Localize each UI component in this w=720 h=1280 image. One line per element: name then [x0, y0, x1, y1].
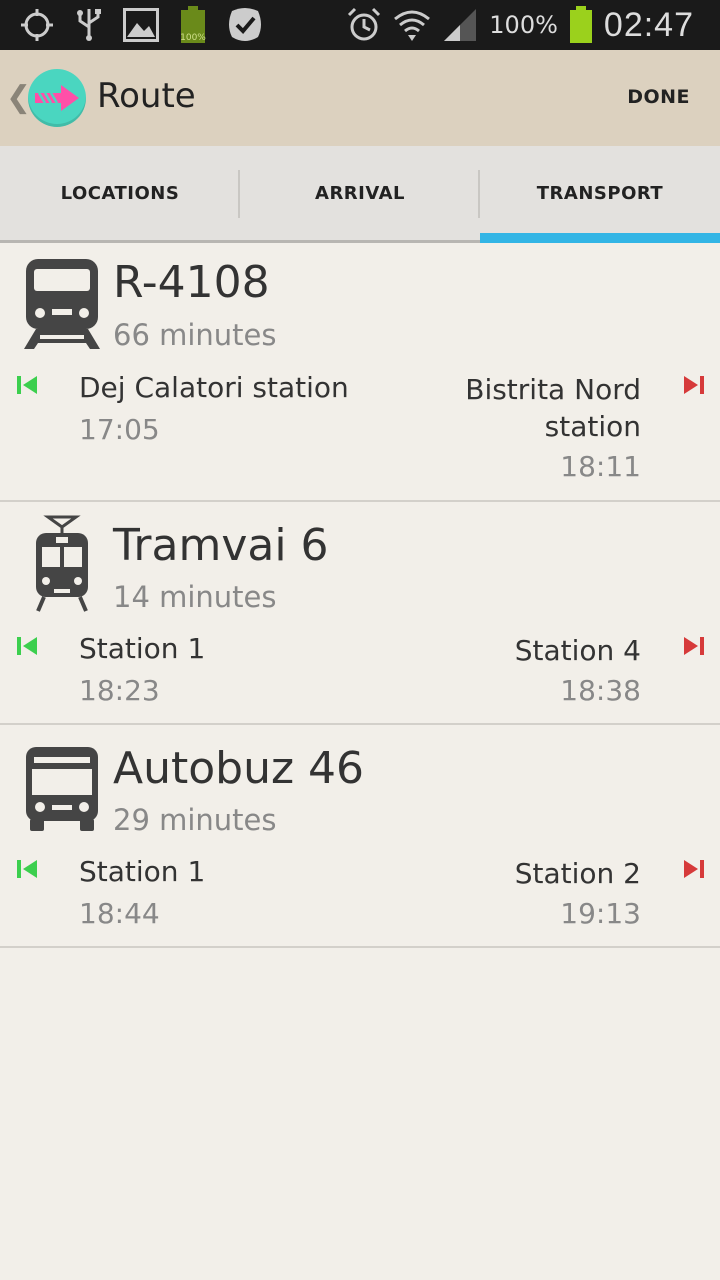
route-duration: 14 minutes: [113, 580, 277, 614]
end-marker-icon: [684, 376, 704, 394]
route-item[interactable]: R-4108 66 minutes Dej Calatori station 1…: [0, 243, 720, 502]
route-name: Autobuz 46: [113, 743, 365, 794]
departure-time: 18:23: [79, 674, 160, 707]
arrival-time: 18:38: [560, 674, 641, 707]
page-title: Route: [97, 76, 196, 116]
status-bar: 100% 100% 02:47: [0, 0, 720, 50]
active-tab-indicator: [480, 233, 720, 243]
tab-bar: LOCATIONS ARRIVAL TRANSPORT: [0, 146, 720, 243]
end-marker-icon: [684, 637, 704, 655]
start-marker-icon: [17, 376, 37, 394]
departure-time: 18:44: [79, 897, 160, 930]
route-duration: 29 minutes: [113, 803, 277, 837]
alarm-icon: [345, 6, 383, 44]
svg-text:100%: 100%: [180, 33, 206, 43]
to-station: Station 4: [514, 634, 641, 667]
app-logo-icon[interactable]: [28, 69, 86, 127]
image-icon: [122, 6, 160, 44]
to-station: Station 2: [514, 857, 641, 890]
tab-label: LOCATIONS: [60, 182, 180, 204]
battery-icon: [568, 6, 594, 44]
route-duration: 66 minutes: [113, 318, 277, 352]
train-icon: [22, 257, 102, 355]
battery-percent: 100%: [489, 11, 558, 39]
tab-label: TRANSPORT: [536, 182, 664, 204]
wifi-icon: [393, 6, 431, 44]
to-station: Bistrita Nord station: [465, 373, 641, 443]
action-bar: ❮ Route DONE: [0, 50, 720, 146]
route-name: Tramvai 6: [113, 520, 329, 571]
done-button[interactable]: DONE: [627, 86, 690, 108]
tab-transport[interactable]: TRANSPORT: [480, 146, 720, 243]
start-marker-icon: [17, 860, 37, 878]
arrival-time: 19:13: [560, 897, 641, 930]
signal-icon: [441, 6, 479, 44]
route-list: R-4108 66 minutes Dej Calatori station 1…: [0, 243, 720, 948]
tab-arrival[interactable]: ARRIVAL: [240, 146, 480, 240]
usb-icon: [70, 6, 108, 44]
battery-full-icon: 100%: [174, 6, 212, 44]
tab-label: ARRIVAL: [315, 182, 405, 204]
gps-icon: [18, 6, 56, 44]
arrival-time: 18:11: [560, 450, 641, 483]
from-station: Station 1: [79, 632, 206, 665]
route-item[interactable]: Autobuz 46 29 minutes Station 1 18:44 St…: [0, 725, 720, 948]
from-station: Station 1: [79, 855, 206, 888]
departure-time: 17:05: [79, 413, 160, 446]
tab-locations[interactable]: LOCATIONS: [0, 146, 240, 240]
tram-icon: [34, 515, 90, 617]
start-marker-icon: [17, 637, 37, 655]
clock: 02:47: [603, 5, 694, 44]
route-name: R-4108: [113, 257, 270, 308]
route-item[interactable]: Tramvai 6 14 minutes Station 1 18:23 Sta…: [0, 502, 720, 725]
check-app-icon: [226, 6, 264, 44]
end-marker-icon: [684, 860, 704, 878]
bus-icon: [24, 745, 100, 835]
from-station: Dej Calatori station: [79, 371, 349, 404]
